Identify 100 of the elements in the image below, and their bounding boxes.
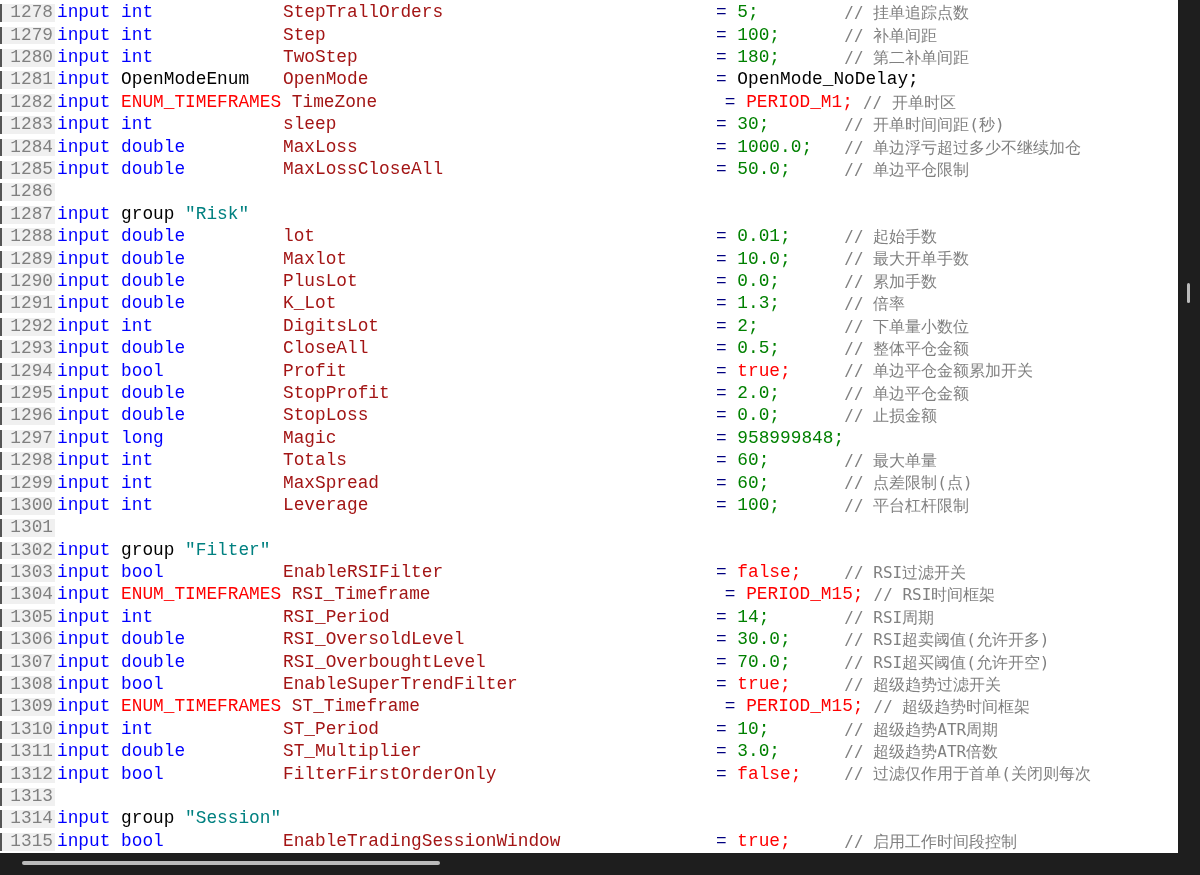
keyword: input bbox=[57, 496, 111, 515]
type-name: bool bbox=[121, 765, 165, 784]
line-number: 1285 bbox=[0, 161, 55, 179]
operator: = bbox=[716, 273, 727, 291]
keyword: input bbox=[57, 698, 111, 717]
value: 10.0; bbox=[737, 250, 792, 269]
variable-name: TimeZone bbox=[291, 93, 379, 112]
line-number: 1303 bbox=[0, 564, 55, 582]
value: true; bbox=[737, 676, 792, 694]
type-name: OpenModeEnum bbox=[121, 71, 251, 90]
line-number: 1280 bbox=[0, 49, 55, 67]
type-name: ENUM_TIMEFRAMES bbox=[121, 586, 283, 605]
variable-name: K_Lot bbox=[283, 295, 338, 314]
value: 0.0; bbox=[737, 407, 782, 426]
scrollbar-thumb[interactable] bbox=[1187, 283, 1190, 303]
comment: // 单边平仓限制 bbox=[844, 161, 970, 178]
variable-name: Step bbox=[283, 26, 327, 45]
string-literal: "Filter" bbox=[185, 541, 271, 560]
keyword: input bbox=[57, 362, 111, 381]
type-name: bool bbox=[121, 832, 165, 851]
value: 70.0; bbox=[737, 653, 792, 672]
value: 2.0; bbox=[737, 384, 782, 403]
variable-name: EnableTradingSessionWindow bbox=[283, 832, 562, 851]
line-number: 1282 bbox=[0, 93, 55, 112]
vertical-scrollbar[interactable] bbox=[1178, 0, 1200, 853]
comment: // 起始手数 bbox=[844, 229, 938, 246]
type-name: int bbox=[121, 496, 155, 515]
keyword: input bbox=[57, 720, 111, 739]
comment: // 平台杠杆限制 bbox=[844, 497, 970, 514]
value: OpenMode_NoDelay; bbox=[737, 71, 920, 90]
type-name: double bbox=[121, 631, 187, 650]
operator: = bbox=[716, 474, 727, 493]
variable-name: StopProfit bbox=[283, 384, 391, 403]
variable-name: StepTrallOrders bbox=[283, 4, 445, 23]
comment: // 最大单量 bbox=[844, 453, 938, 469]
variable-name: lot bbox=[283, 228, 316, 246]
variable-name: RSI_OversoldLevel bbox=[283, 631, 466, 650]
operator: = bbox=[716, 138, 727, 157]
line-number: 1288 bbox=[0, 228, 55, 246]
variable-name: StopLoss bbox=[283, 407, 370, 426]
comment: // 过滤仅作用于首单(关闭则每次 bbox=[844, 766, 1091, 783]
keyword: input bbox=[57, 564, 111, 582]
value: 2; bbox=[737, 317, 760, 336]
operator: = bbox=[716, 407, 727, 426]
comment: // 下单量小数位 bbox=[844, 318, 970, 335]
line-number: 1309 bbox=[0, 698, 55, 717]
line-number: 1311 bbox=[0, 743, 55, 761]
comment: // 补单间距 bbox=[844, 27, 938, 44]
variable-name: RSI_Timeframe bbox=[291, 586, 432, 605]
variable-name: ST_Multiplier bbox=[283, 743, 423, 761]
type-name: bool bbox=[121, 564, 165, 582]
variable-name: Leverage bbox=[283, 496, 370, 515]
type-name: int bbox=[121, 4, 155, 23]
variable-name: EnableRSIFilter bbox=[283, 564, 445, 582]
variable-name: Magic bbox=[283, 429, 338, 448]
operator: = bbox=[716, 384, 727, 403]
keyword: input bbox=[57, 384, 111, 403]
type-name: int bbox=[121, 26, 155, 45]
type-name: ENUM_TIMEFRAMES bbox=[121, 698, 283, 717]
comment: // 第二补单间距 bbox=[844, 49, 970, 66]
operator: = bbox=[716, 71, 727, 90]
line-number: 1299 bbox=[0, 474, 55, 493]
horizontal-scrollbar[interactable] bbox=[0, 853, 1200, 875]
value: true; bbox=[737, 832, 792, 851]
operator: = bbox=[716, 832, 727, 851]
keyword: input bbox=[57, 474, 111, 493]
variable-name: RSI_OverboughtLevel bbox=[283, 653, 487, 672]
keyword: input bbox=[57, 250, 111, 269]
keyword: input bbox=[57, 93, 111, 112]
keyword: input bbox=[57, 676, 111, 694]
line-number: 1294 bbox=[0, 362, 55, 381]
line-number: 1313 bbox=[0, 787, 55, 806]
operator: = bbox=[716, 4, 727, 23]
operator: = bbox=[716, 743, 727, 761]
operator: = bbox=[716, 116, 727, 135]
comment: // 超级趋势ATR倍数 bbox=[844, 744, 999, 761]
type-name: double bbox=[121, 653, 187, 672]
operator: = bbox=[716, 676, 727, 694]
keyword: input bbox=[57, 138, 111, 157]
keyword: input bbox=[57, 26, 111, 45]
line-number: 1301 bbox=[0, 519, 55, 538]
type-name: double bbox=[121, 295, 187, 314]
type-name: long bbox=[121, 429, 165, 448]
scrollbar-thumb[interactable] bbox=[22, 861, 440, 865]
type-name: double bbox=[121, 743, 187, 761]
variable-name: Profit bbox=[283, 362, 349, 381]
comment: // RSI过滤开关 bbox=[844, 564, 967, 581]
comment: // RSI周期 bbox=[844, 609, 935, 626]
operator: = bbox=[716, 317, 727, 336]
keyword: input bbox=[57, 317, 111, 336]
operator: = bbox=[724, 698, 736, 717]
keyword: input bbox=[57, 273, 111, 291]
type-name: double bbox=[121, 407, 187, 426]
variable-name: Maxlot bbox=[283, 250, 349, 269]
keyword: input bbox=[57, 832, 111, 851]
value: 30; bbox=[737, 116, 771, 135]
line-number: 1297 bbox=[0, 429, 55, 448]
string-literal: "Risk" bbox=[185, 205, 250, 224]
comment: // 挂单追踪点数 bbox=[844, 5, 970, 22]
group-keyword: group bbox=[121, 541, 175, 560]
